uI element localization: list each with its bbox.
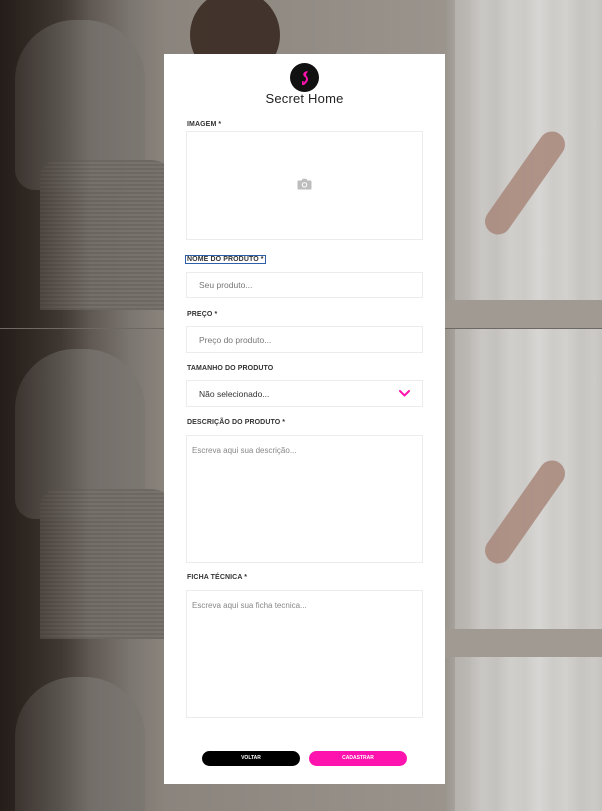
- size-label: TAMANHO DO PRODUTO: [187, 365, 274, 372]
- price-label: PREÇO *: [187, 311, 218, 318]
- description-textarea[interactable]: Escreva aqui sua descrição...: [186, 435, 423, 563]
- brand-title: Secret Home: [265, 91, 344, 106]
- image-label: IMAGEM *: [187, 121, 222, 128]
- heel-icon: [290, 63, 319, 92]
- image-upload-area[interactable]: [186, 131, 423, 240]
- back-button[interactable]: VOLTAR: [202, 751, 300, 766]
- camera-icon: [297, 177, 312, 195]
- price-input[interactable]: Preço do produto...: [186, 326, 423, 353]
- product-name-label: NOME DO PRODUTO *: [185, 255, 266, 264]
- size-select[interactable]: Não selecionado...: [186, 380, 423, 407]
- datasheet-textarea[interactable]: Escreva aqui sua ficha tecnica...: [186, 590, 423, 718]
- datasheet-label: FICHA TÉCNICA *: [187, 574, 248, 581]
- description-label: DESCRIÇÃO DO PRODUTO *: [187, 419, 286, 426]
- product-name-input[interactable]: Seu produto...: [186, 272, 423, 298]
- submit-button[interactable]: CADASTRAR: [309, 751, 407, 766]
- chevron-down-icon: [399, 389, 410, 399]
- size-select-value: Não selecionado...: [199, 388, 270, 399]
- product-form-card: Secret Home IMAGEM * NOME DO PRODUTO * S…: [164, 54, 445, 784]
